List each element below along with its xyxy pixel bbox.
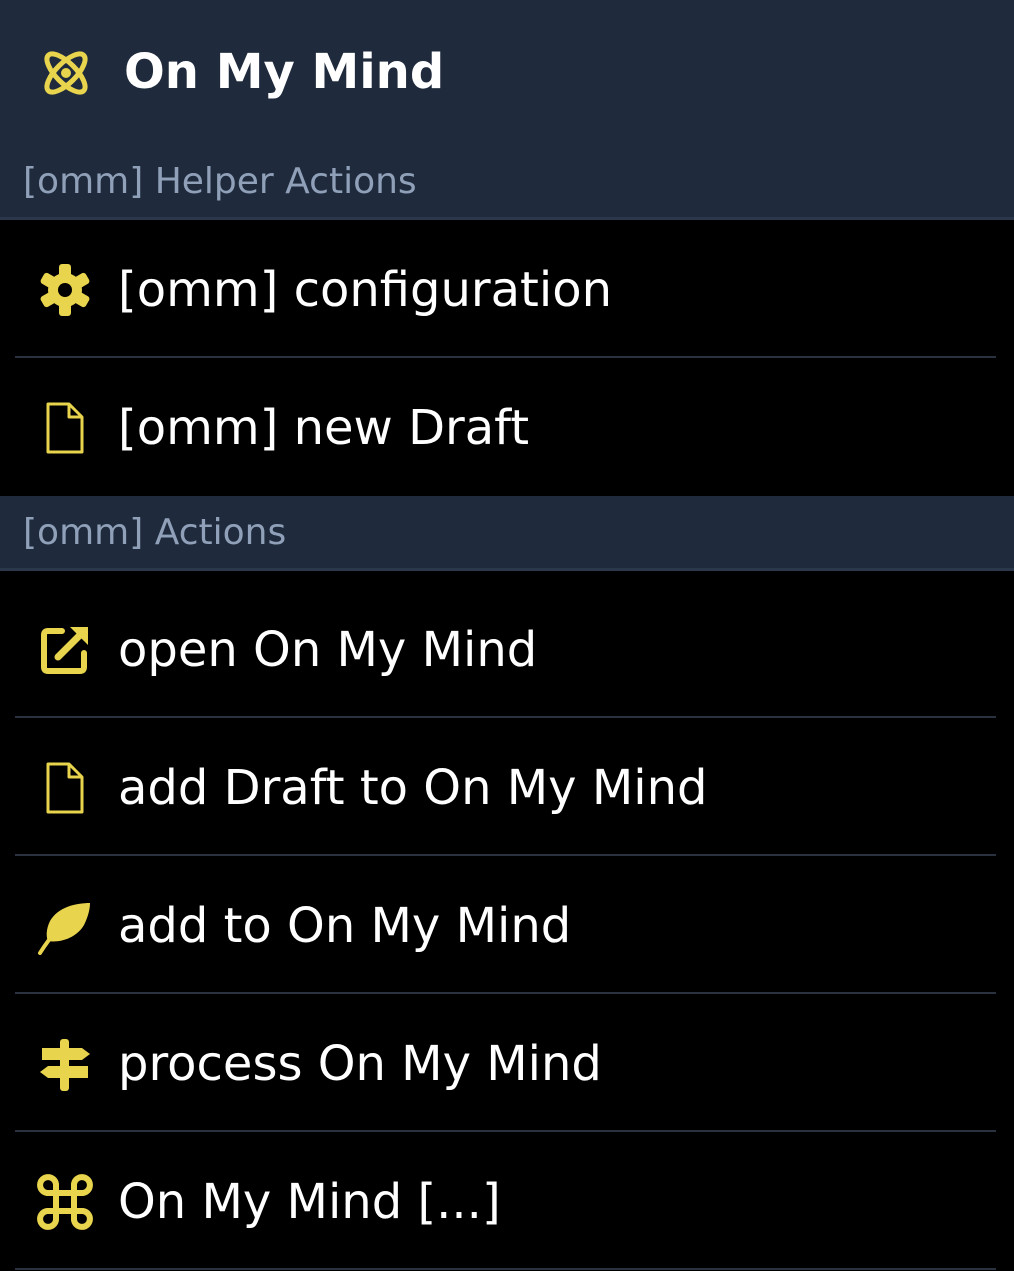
action-item-label: process On My Mind [118,1036,602,1092]
action-item-label: open On My Mind [118,622,538,678]
action-item-on-my-mind-more[interactable]: On My Mind [...] [0,1132,1014,1270]
app-header: On My Mind [0,0,1014,145]
app-title: On My Mind [124,44,445,100]
gear-icon [36,261,94,319]
feather-icon [36,897,94,955]
document-icon [36,759,94,817]
section-title: [omm] Helper Actions [23,161,417,202]
external-link-icon [36,621,94,679]
action-item-label: [omm] new Draft [118,400,530,456]
action-item-add-to-on-my-mind[interactable]: add to On My Mind [0,856,1014,994]
row-divider [15,1268,996,1270]
action-item-label: [omm] configuration [118,262,612,318]
atom-icon [38,45,94,101]
section-title: [omm] Actions [23,512,287,553]
action-item-process-on-my-mind[interactable]: process On My Mind [0,994,1014,1132]
action-item-new-draft[interactable]: [omm] new Draft [0,358,1014,496]
document-icon [36,399,94,457]
action-item-add-draft[interactable]: add Draft to On My Mind [0,718,1014,856]
action-item-label: On My Mind [...] [118,1174,501,1230]
command-icon [36,1173,94,1231]
section-header-helper-actions: [omm] Helper Actions [0,145,1014,220]
action-item-configuration[interactable]: [omm] configuration [0,220,1014,358]
action-item-label: add Draft to On My Mind [118,760,708,816]
signpost-icon [36,1035,94,1093]
action-item-label: add to On My Mind [118,898,572,954]
action-item-open-on-my-mind[interactable]: open On My Mind [0,580,1014,718]
section-header-actions: [omm] Actions [0,496,1014,571]
